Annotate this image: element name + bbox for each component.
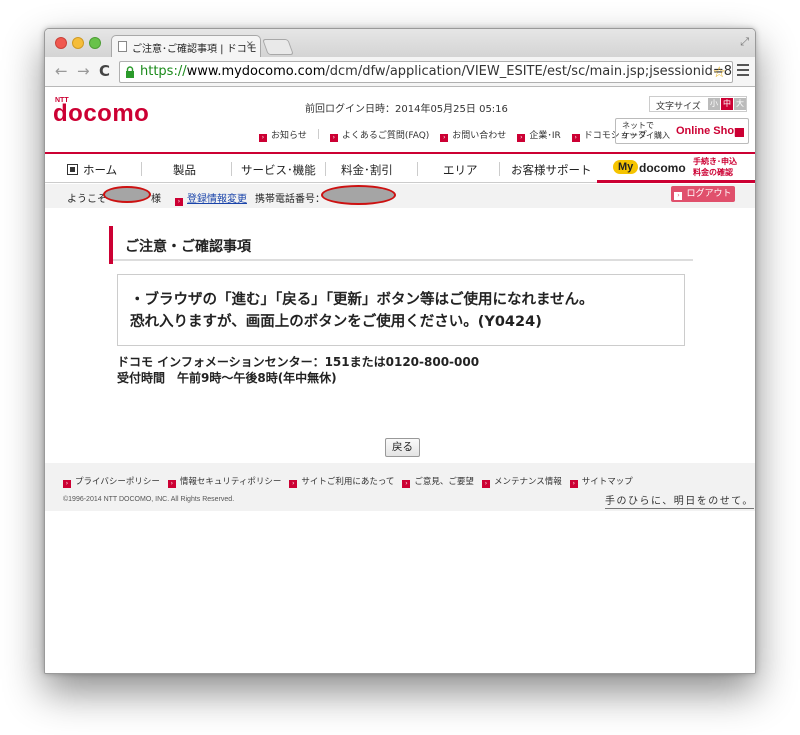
footer-links: › プライバシーポリシー › 情報セキュリティポリシー › サイトご利用にあたって › ご意見… (63, 475, 641, 488)
online-shop-label: Online Shop (676, 125, 741, 137)
notice-line-1: ・ブラウザの「進む」「戻る」「更新」ボタン等はご使用になれません。 (130, 292, 594, 308)
contact-info: ドコモ インフォメーションセンター：151または0120-800-000 受付時… (117, 354, 479, 386)
url-path: /dcm/dfw/application/VIEW_ESITE/est/sc/m… (325, 64, 732, 79)
browser-window: ご注意･ご確認事項 | ドコモ × ⤢ ← → C https://www.my… (44, 28, 756, 674)
arrow-icon: › (517, 134, 526, 142)
notice-box: ・ブラウザの「進む」「戻る」「更新」ボタン等はご使用になれません。 恐れ入ります… (117, 274, 685, 346)
page-title-block: ご注意・ご確認事項 (109, 226, 693, 264)
back-icon[interactable]: ← (55, 62, 68, 80)
page-title: ご注意・ご確認事項 (125, 239, 251, 255)
slogan: 手のひらに、明日をのせて。 (605, 492, 754, 509)
tab-bar: ご注意･ご確認事項 | ドコモ × ⤢ (45, 29, 755, 57)
arrow-icon: › (569, 480, 578, 488)
copyright: ©1996-2014 NTT DOCOMO, INC. All Rights R… (63, 496, 235, 503)
footer-link-terms[interactable]: › サイトご利用にあたって (289, 475, 394, 488)
font-size-medium-button[interactable]: 中 (721, 98, 733, 110)
docomo-logo[interactable]: docomo (53, 100, 149, 128)
font-size-selector: 文字サイズ 小 中 大 (649, 96, 747, 112)
footer-link-sitemap[interactable]: › サイトマップ (569, 475, 633, 488)
my-badge: My (613, 160, 639, 174)
nav-item-home[interactable]: ホーム (67, 162, 117, 178)
nav-item-my-docomo[interactable]: My docomo 手続き･申込 料金の確認 (597, 154, 755, 183)
last-login: 前回ログイン日時：2014年05月25日 05:16 (305, 104, 508, 115)
header-link-ir[interactable]: › 企業･IR (517, 128, 561, 142)
my-docomo-label: docomo (639, 161, 686, 175)
welcome-suffix: 様 (151, 194, 161, 205)
bookmark-star-icon[interactable]: ☆ (713, 63, 726, 81)
arrow-icon: › (167, 480, 176, 488)
welcome-prefix: ようこそ (67, 194, 107, 205)
url-scheme: https:// (140, 64, 187, 79)
web-page: NTT docomo 前回ログイン日時：2014年05月25日 05:16 文字… (45, 88, 755, 673)
tab-title: ご注意･ご確認事項 | ドコモ (132, 44, 257, 55)
nav-item-area[interactable]: エリア (443, 162, 478, 178)
arrow-icon: › (329, 134, 338, 142)
tab-close-icon[interactable]: × (246, 39, 254, 50)
minimize-window-button[interactable] (72, 37, 84, 49)
arrow-icon: › (481, 480, 490, 488)
arrow-icon: › (175, 198, 183, 206)
home-icon (67, 164, 78, 175)
redacted-phone (321, 185, 396, 205)
fullscreen-icon[interactable]: ⤢ (740, 35, 749, 49)
font-size-label: 文字サイズ (656, 102, 701, 112)
redacted-name (103, 186, 151, 203)
online-shop-banner[interactable]: ネットで ケータイ購入 Online Shop (615, 118, 749, 144)
browser-toolbar: ← → C https://www.mydocomo.com/dcm/dfw/a… (45, 57, 755, 87)
header-links: › お知らせ › よくあるご質問(FAQ) › お問い合わせ › 企業･IR › ドコモショップ (259, 128, 658, 142)
new-tab-button[interactable] (262, 39, 294, 55)
footer-link-maintenance[interactable]: › メンテナンス情報 (481, 475, 562, 488)
font-size-large-button[interactable]: 大 (734, 98, 746, 110)
close-window-button[interactable] (55, 37, 67, 49)
notice-line-2: 恐れ入りますが、画面上のボタンをご使用ください。(Y0424) (130, 314, 542, 330)
header-link-faq[interactable]: › よくあるご質問(FAQ) (329, 128, 429, 142)
back-button[interactable]: 戻る (385, 438, 420, 457)
my-docomo-sub: 手続き･申込 料金の確認 (693, 157, 737, 177)
forward-icon[interactable]: → (77, 62, 90, 80)
arrow-icon: › (63, 480, 71, 488)
phone-label: 携帯電話番号： (255, 194, 325, 205)
menu-icon[interactable] (737, 64, 749, 79)
contact-line-2: 受付時間 午前9時～午後8時(年中無休) (117, 371, 337, 385)
arrow-icon: › (402, 480, 411, 488)
zoom-window-button[interactable] (89, 37, 101, 49)
browser-tab[interactable]: ご注意･ご確認事項 | ドコモ × (111, 35, 261, 57)
arrow-icon: › (259, 134, 267, 142)
footer: › プライバシーポリシー › 情報セキュリティポリシー › サイトご利用にあたって › ご意見… (45, 463, 755, 511)
header-link-news[interactable]: › お知らせ (259, 128, 307, 142)
nav-item-pricing[interactable]: 料金･割引 (341, 162, 393, 178)
nav-item-services[interactable]: サービス･機能 (241, 162, 316, 178)
reg-change-link[interactable]: › 登録情報変更 (175, 190, 247, 206)
main-nav: ホーム 製品 サービス･機能 料金･割引 エリア お客様サポート My doco… (45, 152, 755, 183)
reload-icon[interactable]: C (99, 62, 110, 80)
lock-icon (126, 66, 134, 78)
arrow-icon: › (440, 134, 449, 142)
arrow-icon: › (571, 134, 580, 142)
url-domain: www.mydocomo.com (186, 64, 326, 79)
contact-line-1: ドコモ インフォメーションセンター：151または0120-800-000 (117, 355, 480, 369)
header-link-contact[interactable]: › お問い合わせ (440, 128, 506, 142)
footer-link-security[interactable]: › 情報セキュリティポリシー (167, 475, 281, 488)
nav-item-products[interactable]: 製品 (173, 162, 196, 178)
welcome-bar: ようこそ 様 › 登録情報変更 携帯電話番号： › ログアウト (45, 184, 755, 208)
logout-button[interactable]: › ログアウト (671, 186, 735, 202)
arrow-icon: › (674, 192, 683, 200)
nav-item-support[interactable]: お客様サポート (511, 162, 592, 178)
page-icon (118, 41, 127, 52)
external-link-icon (735, 128, 744, 137)
footer-link-privacy[interactable]: › プライバシーポリシー (63, 475, 160, 488)
address-bar[interactable]: https://www.mydocomo.com/dcm/dfw/applica… (119, 61, 733, 83)
font-size-small-button[interactable]: 小 (708, 98, 720, 110)
footer-link-feedback[interactable]: › ご意見、ご要望 (402, 475, 474, 488)
arrow-icon: › (289, 480, 298, 488)
